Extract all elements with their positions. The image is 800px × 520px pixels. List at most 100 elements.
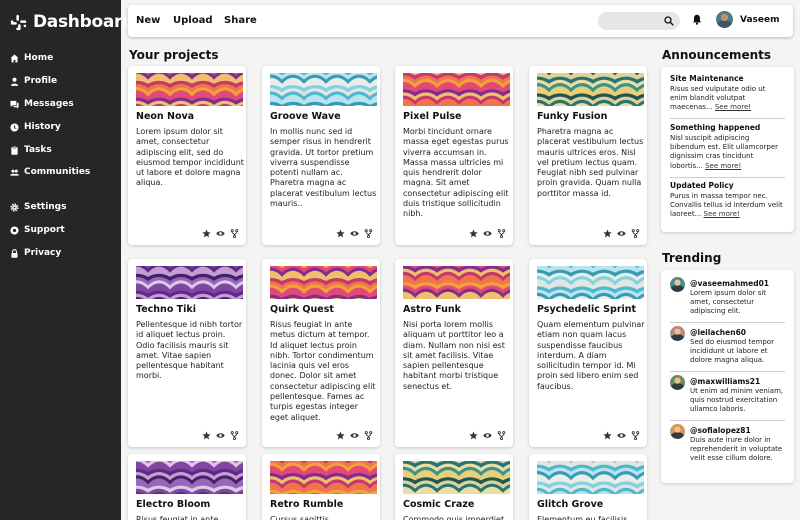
star-icon[interactable] [202, 431, 211, 440]
fork-icon[interactable] [631, 229, 640, 238]
project-title[interactable]: Techno Tiki [136, 304, 196, 315]
announcements-title: Announcements [662, 48, 772, 62]
sidebar-item-privacy[interactable]: Privacy [10, 248, 61, 258]
project-actions [336, 229, 373, 238]
project-card[interactable]: Pixel Pulse Morbi tincidunt ornare massa … [395, 66, 513, 245]
project-card[interactable]: Psychedelic Sprint Quam elementum pulvina… [529, 259, 647, 447]
fork-icon[interactable] [364, 431, 373, 440]
project-description: Pellentesque id nibh tortor id aliquet l… [136, 320, 243, 381]
project-title[interactable]: Pixel Pulse [403, 111, 461, 122]
avatar[interactable] [716, 11, 733, 28]
fork-icon[interactable] [631, 431, 640, 440]
sidebar-item-label: Support [24, 225, 65, 235]
project-description: Lorem ipsum dolor sit amet, consectetur … [136, 127, 244, 188]
project-title[interactable]: Glitch Grove [537, 499, 603, 510]
project-card[interactable]: Cosmic Craze Commodo quis imperdiet [395, 454, 513, 520]
eye-icon[interactable] [617, 229, 626, 238]
star-icon[interactable] [336, 229, 345, 238]
trending-item[interactable]: @maxwilliams21 Ut enim ad minim veniam, … [670, 375, 788, 419]
username[interactable]: Vaseem [740, 15, 780, 25]
star-icon[interactable] [603, 431, 612, 440]
project-title[interactable]: Neon Nova [136, 111, 194, 122]
fork-icon[interactable] [230, 229, 239, 238]
project-description: Nisi porta lorem mollis aliquam ut portt… [403, 320, 505, 391]
fork-icon[interactable] [497, 431, 506, 440]
project-title[interactable]: Electro Bloom [136, 499, 210, 510]
search-input[interactable] [598, 12, 680, 30]
project-title[interactable]: Psychedelic Sprint [537, 304, 636, 315]
sidebar-item-history[interactable]: History [10, 122, 61, 132]
avatar [670, 424, 685, 439]
eye-icon[interactable] [216, 431, 225, 440]
project-card[interactable]: Astro Funk Nisi porta lorem mollis aliqua… [395, 259, 513, 447]
project-banner-image [136, 461, 243, 494]
project-description: In mollis nunc sed id semper risus in he… [270, 127, 377, 209]
project-card[interactable]: Retro Rumble Cursus sagittis [262, 454, 380, 520]
project-card[interactable]: Groove Wave In mollis nunc sed id semper … [262, 66, 380, 245]
share-link[interactable]: Share [224, 15, 257, 26]
announcement-text: Nisl suscipit adipiscing bibendum est. E… [670, 134, 785, 171]
eye-icon[interactable] [483, 229, 492, 238]
project-description: Commodo quis imperdiet [403, 515, 505, 520]
fork-icon[interactable] [497, 229, 506, 238]
sidebar-item-home[interactable]: Home [10, 53, 53, 63]
project-banner-image [403, 266, 510, 299]
eye-icon[interactable] [350, 229, 359, 238]
see-more-link[interactable]: See more! [705, 162, 741, 170]
trending-handle[interactable]: @vaseemahmed01 [690, 279, 769, 288]
sidebar-item-settings[interactable]: Settings [10, 202, 66, 212]
avatar [670, 326, 685, 341]
sidebar-item-label: History [24, 122, 61, 132]
project-title[interactable]: Cosmic Craze [403, 499, 474, 510]
star-icon[interactable] [603, 229, 612, 238]
trending-handle[interactable]: @sofialopez81 [690, 426, 751, 435]
app-title: Dashboard [33, 12, 134, 32]
star-icon[interactable] [202, 229, 211, 238]
trending-item[interactable]: @vaseemahmed01 Lorem ipsum dolor sit ame… [670, 277, 788, 321]
fork-icon[interactable] [364, 229, 373, 238]
project-card[interactable]: Neon Nova Lorem ipsum dolor sit amet, con… [128, 66, 246, 245]
eye-icon[interactable] [350, 431, 359, 440]
eye-icon[interactable] [216, 229, 225, 238]
project-title[interactable]: Retro Rumble [270, 499, 343, 510]
sidebar-item-support[interactable]: Support [10, 225, 65, 235]
gear-icon [10, 202, 19, 212]
new-link[interactable]: New [136, 15, 160, 26]
top-bar: New Upload Share Vaseem [128, 5, 793, 37]
projects-title: Your projects [129, 48, 219, 62]
trending-text: Duis aute irure dolor in reprehenderit i… [690, 436, 783, 463]
trending-item[interactable]: @sofialopez81 Duis aute irure dolor in r… [670, 424, 788, 479]
project-card[interactable]: Funky Fusion Pharetra magna ac placerat v… [529, 66, 647, 245]
project-card[interactable]: Techno Tiki Pellentesque id nibh tortor i… [128, 259, 246, 447]
see-more-link[interactable]: See more! [715, 103, 751, 111]
eye-icon[interactable] [617, 431, 626, 440]
star-icon[interactable] [336, 431, 345, 440]
project-actions [202, 431, 239, 440]
support-icon [10, 225, 19, 235]
project-title[interactable]: Funky Fusion [537, 111, 607, 122]
project-title[interactable]: Groove Wave [270, 111, 341, 122]
project-card[interactable]: Glitch Grove Elementum eu facilisis [529, 454, 647, 520]
fork-icon[interactable] [230, 431, 239, 440]
see-more-link[interactable]: See more! [704, 210, 740, 218]
sidebar-item-communities[interactable]: Communities [10, 167, 90, 177]
divider [670, 177, 785, 178]
trending-handle[interactable]: @leilachen60 [690, 328, 746, 337]
trending-item[interactable]: @leilachen60 Sed do eiusmod tempor incid… [670, 326, 788, 370]
project-card[interactable]: Quirk Quest Risus feugiat in ante metus d… [262, 259, 380, 447]
trending-handle[interactable]: @maxwilliams21 [690, 377, 760, 386]
divider [670, 420, 785, 421]
eye-icon[interactable] [483, 431, 492, 440]
upload-link[interactable]: Upload [173, 15, 212, 26]
brand[interactable]: Dashboard [10, 12, 134, 32]
trending-title: Trending [662, 251, 722, 265]
star-icon[interactable] [469, 431, 478, 440]
project-title[interactable]: Astro Funk [403, 304, 461, 315]
sidebar-item-profile[interactable]: Profile [10, 76, 57, 86]
project-title[interactable]: Quirk Quest [270, 304, 334, 315]
star-icon[interactable] [469, 229, 478, 238]
sidebar-item-messages[interactable]: Messages [10, 99, 74, 109]
bell-icon[interactable] [692, 14, 702, 25]
sidebar-item-tasks[interactable]: Tasks [10, 145, 52, 155]
project-card[interactable]: Electro Bloom Risus feugiat in ante [128, 454, 246, 520]
